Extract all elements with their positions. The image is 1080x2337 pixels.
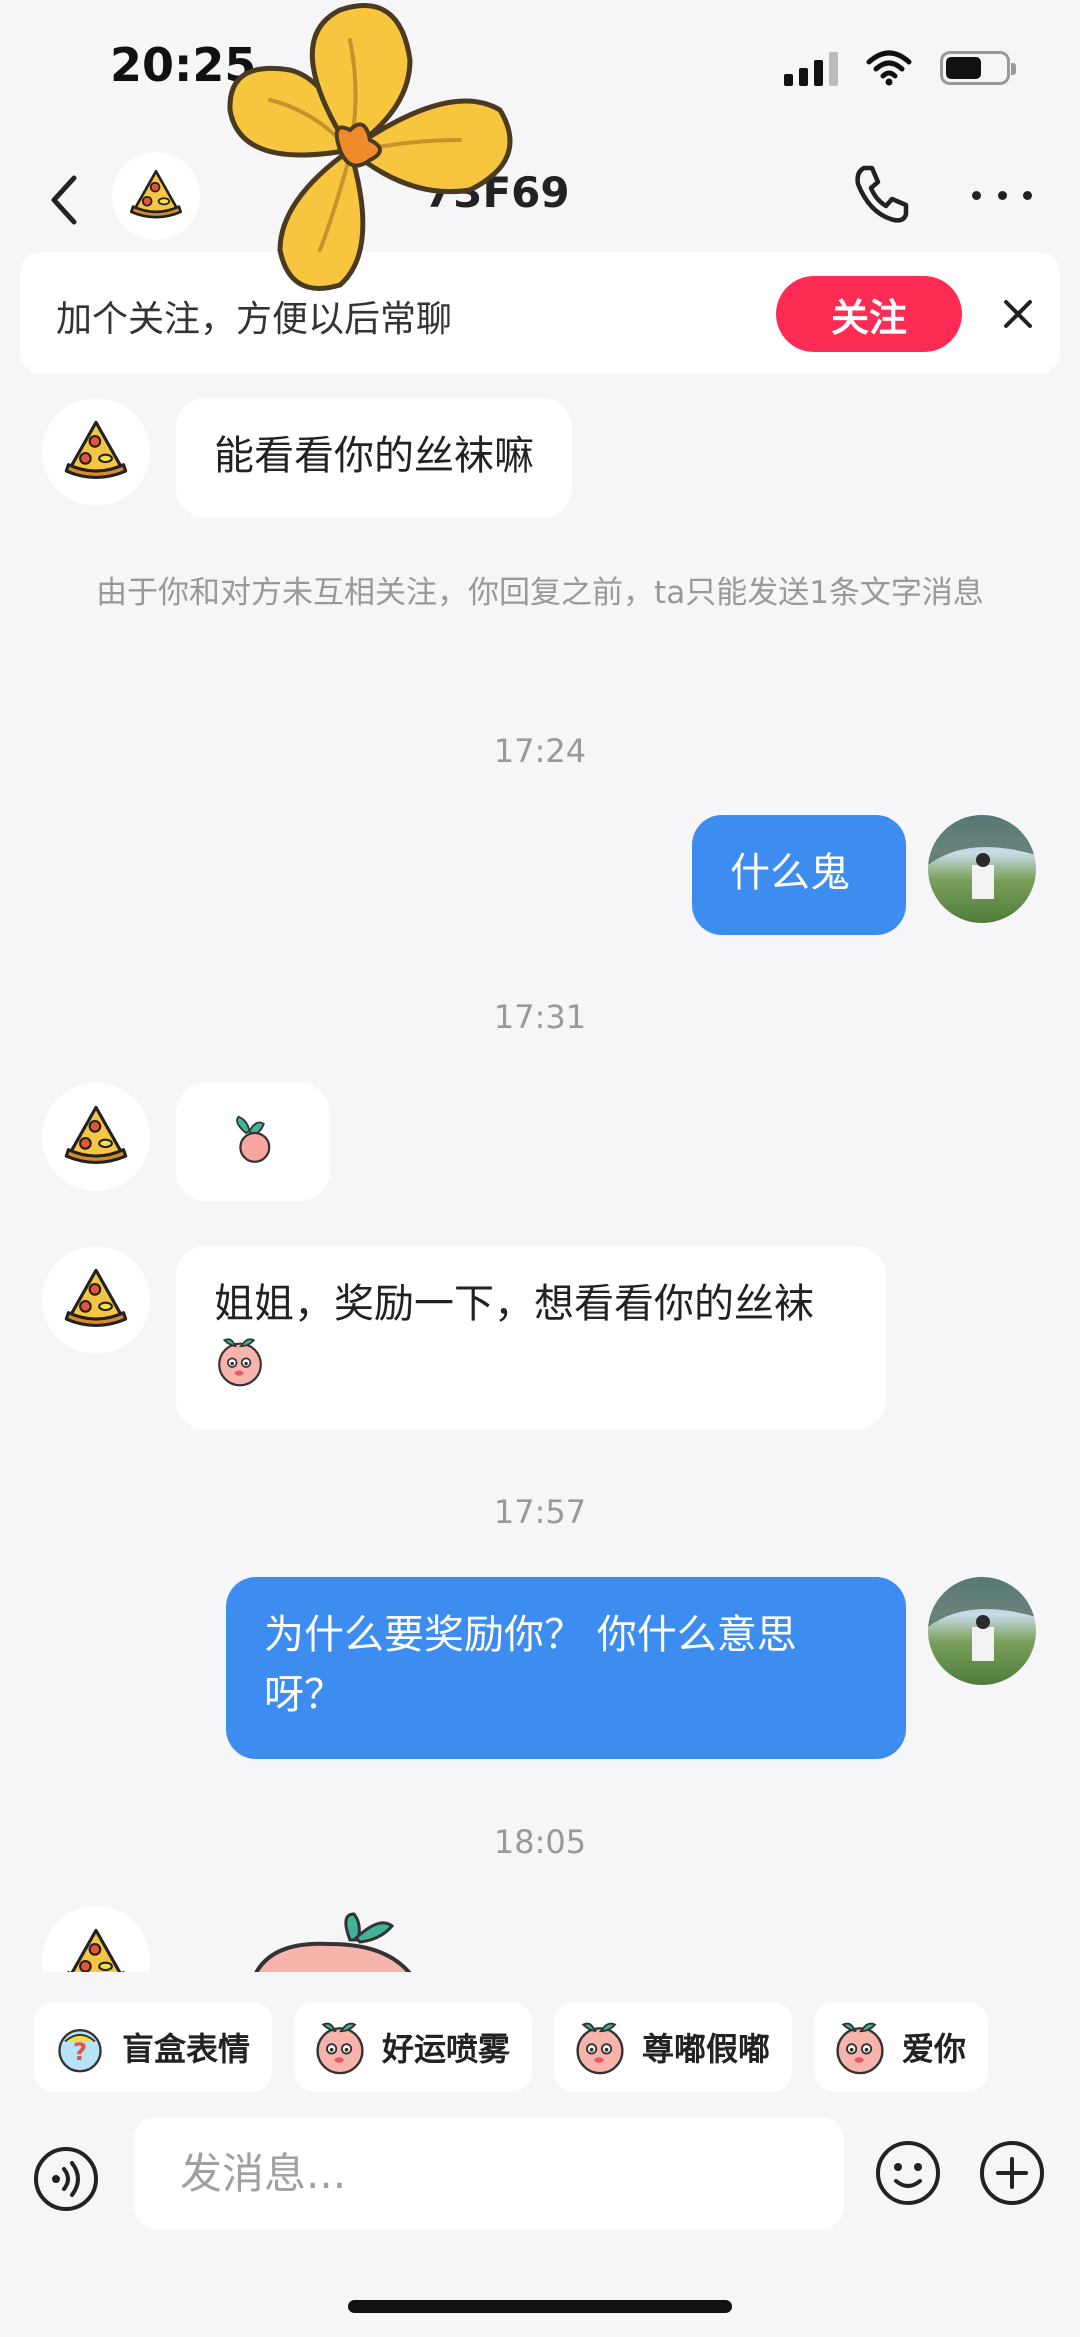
- quick-reply-lucky-spray[interactable]: 好运喷雾: [294, 2002, 533, 2092]
- love-face-icon: [836, 2022, 884, 2075]
- my-avatar[interactable]: [928, 815, 1036, 923]
- timestamp: 17:31: [493, 998, 587, 1036]
- battery-icon: [940, 51, 1016, 85]
- message-bubble-outgoing[interactable]: 什么鬼: [692, 815, 906, 935]
- svg-text:?: ?: [73, 2037, 87, 2066]
- peach-face-emoji-icon: [218, 1338, 262, 1387]
- follow-button[interactable]: 关注: [776, 276, 962, 352]
- quick-reply-label: 盲盒表情: [122, 2030, 251, 2068]
- blind-box-icon: ?: [58, 2029, 102, 2073]
- follow-prompt-text: 加个关注，方便以后常聊: [56, 299, 453, 340]
- contact-avatar[interactable]: [42, 398, 150, 506]
- quick-reply-row: ? 盲盒表情 好运喷雾 尊嘟假嘟 爱你: [34, 2002, 989, 2092]
- system-notice: 由于你和对方未互相关注，你回复之前，ta只能发送1条文字消息: [96, 575, 984, 611]
- profile-photo: [928, 1577, 1036, 1661]
- quick-reply-blind-box[interactable]: ? 盲盒表情: [34, 2002, 273, 2092]
- message-input[interactable]: [134, 2117, 844, 2229]
- contact-avatar[interactable]: [42, 1083, 150, 1191]
- more-button[interactable]: [972, 180, 1032, 210]
- lucky-spray-icon: [316, 2022, 364, 2075]
- voice-icon: [34, 2147, 98, 2211]
- pizza-avatar-icon: [64, 1105, 128, 1164]
- timestamp: 17:57: [493, 1493, 587, 1531]
- contact-avatar[interactable]: [42, 1246, 150, 1354]
- plus-icon: [980, 2141, 1044, 2205]
- cellular-signal-icon: [784, 50, 838, 86]
- back-arrow-icon: [51, 175, 77, 225]
- input-row: [0, 2117, 1080, 2237]
- pizza-avatar-icon: [64, 1268, 128, 1327]
- close-icon: [1004, 300, 1032, 328]
- message-text: 姐姐，奖励一下，想看看你的丝袜: [214, 1281, 814, 1327]
- emoji-icon: [876, 2141, 940, 2205]
- close-banner-button[interactable]: [996, 292, 1040, 336]
- timestamp: 18:05: [493, 1823, 587, 1861]
- voice-button[interactable]: [32, 2145, 100, 2213]
- status-bar: 20:25: [0, 0, 1080, 140]
- quick-reply-label: 尊嘟假嘟: [642, 2030, 771, 2068]
- more-actions-button[interactable]: [978, 2139, 1046, 2207]
- back-button[interactable]: [38, 170, 88, 230]
- more-icon: [972, 190, 981, 200]
- timestamp: 17:24: [493, 732, 587, 770]
- contact-name[interactable]: 73F69: [424, 168, 570, 217]
- home-indicator[interactable]: [348, 2300, 732, 2313]
- phone-icon: [855, 165, 909, 223]
- quick-reply-love-you[interactable]: 爱你: [814, 2002, 989, 2092]
- message-bubble-incoming[interactable]: 能看看你的丝袜嘛: [176, 398, 572, 518]
- quick-reply-label: 爱你: [902, 2030, 967, 2068]
- wifi-icon: [866, 50, 912, 86]
- follow-banner: 加个关注，方便以后常聊 关注: [20, 252, 1060, 374]
- quick-reply-label: 好运喷雾: [382, 2030, 511, 2068]
- chat-header: 73F69: [0, 140, 1080, 260]
- contact-avatar[interactable]: [112, 152, 200, 240]
- status-icons: [784, 50, 1016, 86]
- message-bubble-incoming[interactable]: [176, 1083, 330, 1201]
- message-bubble-incoming[interactable]: 姐姐，奖励一下，想看看你的丝袜: [176, 1246, 886, 1430]
- quick-reply-really[interactable]: 尊嘟假嘟: [554, 2002, 793, 2092]
- emoji-button[interactable]: [874, 2139, 942, 2207]
- voice-call-button[interactable]: [850, 162, 910, 226]
- my-avatar[interactable]: [928, 1577, 1036, 1685]
- radish-emoji-icon: [236, 1115, 271, 1163]
- peach-face-icon: [576, 2022, 624, 2075]
- status-time: 20:25: [110, 38, 257, 92]
- message-bubble-outgoing[interactable]: 为什么要奖励你？ 你什么意思呀？: [226, 1577, 906, 1759]
- pizza-avatar-icon: [129, 169, 183, 219]
- pizza-avatar-icon: [64, 420, 128, 480]
- profile-photo: [928, 815, 1036, 899]
- bottom-panel: ? 盲盒表情 好运喷雾 尊嘟假嘟 爱你: [0, 1972, 1080, 2337]
